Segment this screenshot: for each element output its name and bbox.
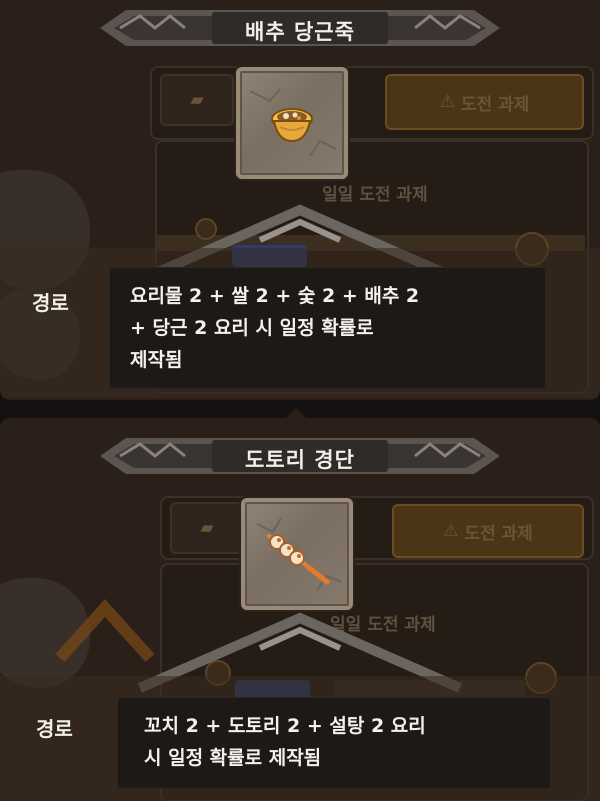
route-description-box: 꼬치 2 + 도토리 2 + 설탕 2 요리 시 일정 확률로 제작됨 (118, 698, 550, 788)
recipe-title: 도토리 경단 (245, 448, 355, 472)
background-tab-left: ▰ (170, 502, 244, 554)
background-tab-challenge: ⚠ 도전 과제 (392, 504, 584, 558)
recipe-card-2: ▰ ⚠ 도전 과제 일일 도전 과제 도토리 경단 경로 꼬치 2 + 도토리 … (0, 418, 600, 801)
background-tab-label: 도전 과제 (460, 94, 530, 115)
route-text: 요리물 2 + 쌀 2 + 숯 2 + 배추 2 + 당근 2 요리 시 일정 … (130, 285, 420, 371)
recipe-title: 배추 당근죽 (245, 20, 355, 44)
route-label: 경로 (32, 291, 69, 315)
title-banner: 배추 당근죽 (100, 6, 500, 50)
route-text: 꼬치 2 + 도토리 2 + 설탕 2 요리 시 일정 확률로 제작됨 (144, 715, 426, 769)
route-label: 경로 (36, 717, 73, 741)
porridge-bowl-icon (249, 88, 337, 157)
warning-icon: ⚠ (443, 521, 465, 541)
background-tab-left: ▰ (160, 74, 234, 126)
background-tab-challenge: ⚠ 도전 과제 (385, 74, 584, 130)
skewer-dumpling-icon (256, 517, 342, 591)
route-description-box: 요리물 2 + 쌀 2 + 숯 2 + 배추 2 + 당근 2 요리 시 일정 … (110, 268, 545, 388)
item-frame (241, 498, 353, 610)
background-tab-label: 도전 과제 (464, 523, 533, 544)
warning-icon: ⚠ (439, 92, 461, 112)
item-frame (236, 67, 348, 179)
divider-notch-icon (286, 408, 306, 418)
title-banner: 도토리 경단 (100, 434, 500, 478)
recipe-card-1: ▰ ⚠ 도전 과제 일일 도전 과제 배추 당근죽 경로 요리물 2 + 쌀 2… (0, 0, 600, 400)
